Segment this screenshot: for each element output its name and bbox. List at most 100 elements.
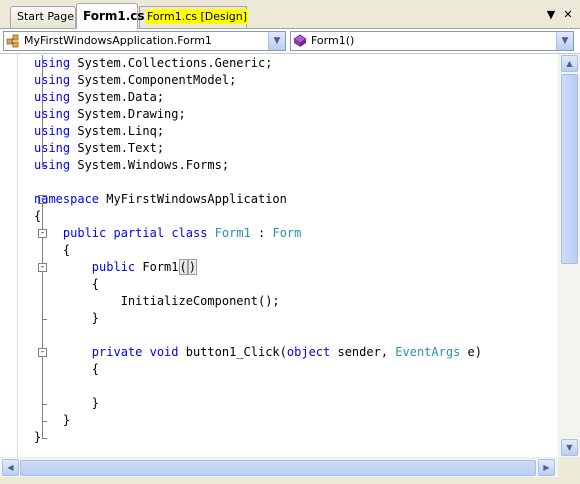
tab-label: Form1.cs xyxy=(83,9,145,23)
keyword-token: void xyxy=(149,345,179,359)
keyword-token: public xyxy=(91,260,136,274)
keyword-token: namespace xyxy=(34,192,100,206)
code-line[interactable]: { xyxy=(34,276,99,293)
tab-form1-cs[interactable]: Form1.cs xyxy=(76,3,145,29)
code-token: System.ComponentModel; xyxy=(70,73,237,87)
code-line[interactable]: namespace MyFirstWindowsApplication xyxy=(34,191,287,208)
type-dropdown-value: MyFirstWindowsApplication.Form1 xyxy=(24,34,212,47)
tab-start-page[interactable]: Start Page xyxy=(10,6,76,28)
code-token: } xyxy=(34,396,100,410)
code-token: } xyxy=(34,413,71,427)
type-token: Form xyxy=(272,226,302,240)
scrollbar-corner xyxy=(558,457,580,484)
chevron-down-icon[interactable]: ▼ xyxy=(556,32,573,50)
vertical-scrollbar[interactable]: ▲ ▼ xyxy=(558,54,580,457)
tab-form1-design[interactable]: Form1.cs [Design] xyxy=(139,6,249,28)
code-token: MyFirstWindowsApplication xyxy=(99,192,287,206)
scroll-down-button[interactable]: ▼ xyxy=(561,439,578,456)
scroll-left-button[interactable]: ◀ xyxy=(2,459,19,476)
code-token: System.Collections.Generic; xyxy=(70,56,273,70)
code-token: { xyxy=(34,209,42,223)
code-line[interactable]: { xyxy=(34,361,99,378)
outline-end xyxy=(42,438,47,439)
chevron-down-icon[interactable]: ▼ xyxy=(268,32,285,50)
code-line[interactable]: { xyxy=(34,208,41,225)
scroll-up-button[interactable]: ▲ xyxy=(561,55,578,72)
code-line[interactable]: } xyxy=(34,310,99,327)
keyword-token: using xyxy=(34,124,71,138)
code-token: } xyxy=(34,311,100,325)
horizontal-scrollbar[interactable]: ◀ ▶ xyxy=(0,457,558,477)
code-line[interactable]: } xyxy=(34,429,41,446)
type-dropdown[interactable]: MyFirstWindowsApplication.Form1 ▼ xyxy=(3,31,286,51)
code-token: button1_Click( xyxy=(178,345,287,359)
method-icon xyxy=(293,34,307,47)
code-line[interactable]: using System.Linq; xyxy=(34,123,164,140)
horizontal-scroll-thumb[interactable] xyxy=(20,460,536,476)
code-line[interactable]: using System.Collections.Generic; xyxy=(34,55,272,72)
keyword-token: partial xyxy=(113,226,165,240)
code-line[interactable]: { xyxy=(34,242,70,259)
code-token: { xyxy=(34,277,100,291)
navigation-bar: MyFirstWindowsApplication.Form1 ▼ Form1(… xyxy=(0,29,580,54)
document-tab-bar: Start Page Form1.cs Form1.cs [Design] ▼ … xyxy=(0,0,580,29)
member-dropdown[interactable]: Form1() ▼ xyxy=(290,31,574,51)
code-line[interactable]: using System.ComponentModel; xyxy=(34,72,236,89)
code-token: InitializeComponent(); xyxy=(34,294,280,308)
code-line[interactable]: public Form1() xyxy=(34,259,197,276)
type-token: EventArgs xyxy=(395,345,461,359)
keyword-token: using xyxy=(34,56,71,70)
editor-bottom-strip xyxy=(0,477,558,484)
code-token: } xyxy=(34,430,42,444)
member-dropdown-value: Form1() xyxy=(311,34,355,47)
code-line[interactable]: using System.Data; xyxy=(34,89,164,106)
type-token: Form1 xyxy=(214,226,251,240)
code-line[interactable]: } xyxy=(34,412,70,429)
keyword-token: private xyxy=(91,345,143,359)
code-token: System.Drawing; xyxy=(70,107,186,121)
keyword-token: using xyxy=(34,158,71,172)
brace-match-highlight: ( xyxy=(178,259,188,275)
code-line[interactable]: public partial class Form1 : Form xyxy=(34,225,301,242)
keyword-token: public xyxy=(62,226,107,240)
code-editor[interactable]: ---- using System.Collections.Generic; us… xyxy=(0,54,580,484)
keyword-token: object xyxy=(286,345,331,359)
tab-label: Form1.cs [Design] xyxy=(146,9,249,24)
keyword-token: using xyxy=(34,73,71,87)
keyword-token: class xyxy=(171,226,208,240)
class-icon xyxy=(6,34,19,48)
keyword-token: using xyxy=(34,90,71,104)
keyword-token: using xyxy=(34,141,71,155)
code-token: e) xyxy=(460,345,482,359)
code-token: : xyxy=(250,226,273,240)
indicator-margin[interactable] xyxy=(0,54,18,457)
code-token: System.Data; xyxy=(70,90,165,104)
brace-match-highlight: ) xyxy=(187,259,197,275)
keyword-token: using xyxy=(34,107,71,121)
close-tab-icon[interactable]: ✕ xyxy=(561,8,575,22)
code-line[interactable]: using System.Drawing; xyxy=(34,106,186,123)
code-line[interactable]: using System.Windows.Forms; xyxy=(34,157,229,174)
code-token: Form1 xyxy=(135,260,179,274)
code-line[interactable]: private void button1_Click(object sender… xyxy=(34,344,482,361)
code-line[interactable]: } xyxy=(34,395,99,412)
code-line[interactable]: using System.Text; xyxy=(34,140,164,157)
code-line[interactable]: InitializeComponent(); xyxy=(34,293,280,310)
code-token: System.Windows.Forms; xyxy=(70,158,230,172)
code-token: System.Linq; xyxy=(70,124,165,138)
vertical-scroll-thumb[interactable] xyxy=(561,74,578,264)
code-token: sender, xyxy=(330,345,396,359)
tab-label: Start Page xyxy=(17,10,74,23)
scroll-right-button[interactable]: ▶ xyxy=(538,459,555,476)
code-text-area[interactable]: ---- using System.Collections.Generic; us… xyxy=(18,54,558,457)
tab-list-dropdown-icon[interactable]: ▼ xyxy=(544,8,558,22)
code-token: { xyxy=(34,243,71,257)
code-token: System.Text; xyxy=(70,141,165,155)
code-token: { xyxy=(34,362,100,376)
